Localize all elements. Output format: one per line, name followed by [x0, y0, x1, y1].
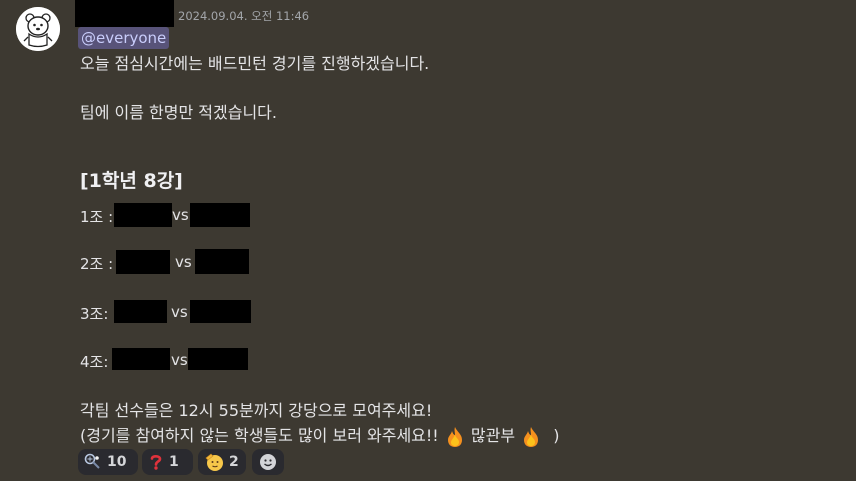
question-mark-icon	[148, 453, 164, 471]
player-name-redacted	[114, 300, 167, 323]
everyone-mention[interactable]: @everyone	[78, 27, 170, 49]
closing-line-1: 각팀 선수들은 12시 55분까지 강당으로 모여주세요!	[80, 401, 433, 420]
player-name-redacted	[190, 300, 251, 323]
fire-icon	[447, 426, 462, 447]
player-name-redacted	[195, 249, 249, 274]
add-reaction-button[interactable]	[252, 449, 284, 475]
player-name-redacted	[112, 348, 170, 370]
player-name-redacted	[116, 250, 170, 274]
vs-label: vs	[172, 206, 189, 224]
bear-avatar-icon	[16, 7, 60, 51]
message-timestamp: 2024.09.04. 오전 11:46	[178, 9, 310, 23]
closing-line-2: (경기를 참여하지 않는 학생들도 많이 보러 와주세요!! 많관부 )	[80, 422, 560, 448]
closing-line-2-text: (경기를 참여하지 않는 학생들도 많이 보러 와주세요!!	[80, 426, 439, 445]
team-label: 3조:	[80, 305, 109, 323]
team-label: 2조 :	[80, 255, 114, 273]
reaction-question[interactable]: 1	[142, 449, 193, 475]
fire-icon	[524, 426, 539, 447]
vs-label: vs	[171, 303, 188, 321]
message-line-2: 팀에 이름 한명만 적겠습니다.	[80, 103, 277, 122]
message-line-1: 오늘 점심시간에는 배드민턴 경기를 진행하겠습니다.	[80, 54, 430, 73]
add-reaction-icon	[259, 453, 277, 471]
vs-label: vs	[175, 253, 192, 271]
saluting-face-icon	[204, 452, 224, 472]
closing-line-2-word: 많관부	[470, 426, 516, 445]
username-redacted[interactable]	[75, 0, 174, 27]
reaction-count: 1	[169, 454, 179, 470]
player-name-redacted	[188, 348, 248, 370]
reaction-badminton[interactable]: 10	[78, 449, 138, 475]
reaction-saluting-face[interactable]: 2	[198, 449, 246, 475]
avatar[interactable]	[16, 7, 60, 51]
vs-label: vs	[171, 351, 188, 369]
team-label: 1조 :	[80, 208, 114, 226]
reaction-count: 2	[229, 454, 239, 470]
player-name-redacted	[114, 203, 172, 227]
reaction-count: 10	[107, 454, 127, 470]
badminton-icon	[84, 453, 102, 471]
player-name-redacted	[190, 203, 250, 227]
bracket-heading: [1학년 8강]	[80, 170, 183, 192]
team-label: 4조:	[80, 353, 109, 371]
closing-line-2-suffix: )	[553, 426, 560, 445]
